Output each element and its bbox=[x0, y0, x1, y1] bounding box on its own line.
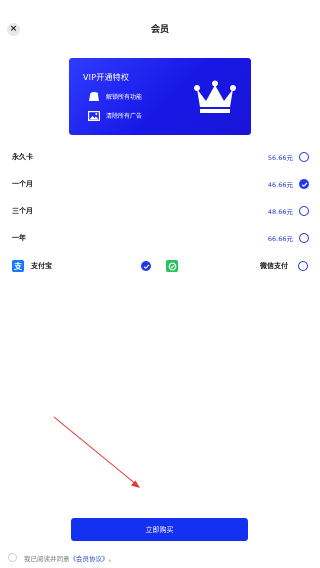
agreement-checkbox[interactable] bbox=[8, 553, 17, 562]
plan-name: 三个月 bbox=[12, 207, 33, 215]
crown-icon bbox=[194, 80, 236, 113]
benefit-text: 清除所有广告 bbox=[106, 113, 143, 120]
wechat-pay-label[interactable]: 微信支付 bbox=[260, 261, 288, 271]
plan-price: 56.66元 bbox=[267, 154, 293, 162]
plan-name: 永久卡 bbox=[12, 153, 33, 161]
plan-radio-checked[interactable] bbox=[299, 179, 309, 189]
buy-now-button[interactable]: 立即购买 bbox=[71, 518, 248, 541]
benefit-unlock-features: 解锁所有功能 bbox=[87, 91, 142, 102]
plan-radio[interactable] bbox=[299, 233, 309, 243]
plan-radio[interactable] bbox=[299, 206, 309, 216]
plan-name: 一年 bbox=[12, 234, 26, 242]
alipay-label[interactable]: 支付宝 bbox=[31, 261, 52, 271]
wechat-pay-radio[interactable] bbox=[298, 261, 308, 271]
plan-row-lifetime[interactable]: 永久卡 56.66元 bbox=[12, 150, 309, 164]
vip-banner: VIP开通特权 解锁所有功能 清除所有广告 bbox=[69, 58, 251, 135]
alipay-radio-checked[interactable] bbox=[141, 261, 151, 271]
plan-row-one-month[interactable]: 一个月 46.66元 bbox=[12, 177, 309, 191]
checkmark-icon bbox=[143, 264, 149, 269]
banner-title: VIP开通特权 bbox=[83, 73, 130, 82]
plan-price: 48.66元 bbox=[267, 208, 293, 216]
plan-row-three-months[interactable]: 三个月 48.66元 bbox=[12, 204, 309, 218]
agreement-row: 我已阅读并同意 《会员协议》 。 bbox=[8, 552, 115, 563]
benefit-text: 解锁所有功能 bbox=[106, 94, 143, 101]
wechat-pay-icon bbox=[166, 260, 178, 272]
bag-icon bbox=[87, 91, 100, 102]
payment-method-row: 支 支付宝 微信支付 bbox=[12, 259, 309, 273]
alipay-icon: 支 bbox=[12, 260, 24, 272]
plan-radio[interactable] bbox=[299, 152, 309, 162]
page-title: 会员 bbox=[150, 25, 169, 35]
plan-name: 一个月 bbox=[12, 180, 33, 188]
agreement-prefix: 我已阅读并同意 bbox=[24, 554, 70, 563]
plan-row-one-year[interactable]: 一年 66.66元 bbox=[12, 231, 309, 245]
benefit-remove-ads: 清除所有广告 bbox=[87, 110, 142, 121]
agreement-suffix: 。 bbox=[108, 554, 116, 563]
member-agreement-link[interactable]: 《会员协议》 bbox=[70, 553, 109, 563]
checkmark-icon bbox=[301, 182, 307, 187]
plan-price: 46.66元 bbox=[267, 181, 293, 189]
plan-price: 66.66元 bbox=[267, 235, 293, 243]
image-icon bbox=[87, 110, 100, 121]
